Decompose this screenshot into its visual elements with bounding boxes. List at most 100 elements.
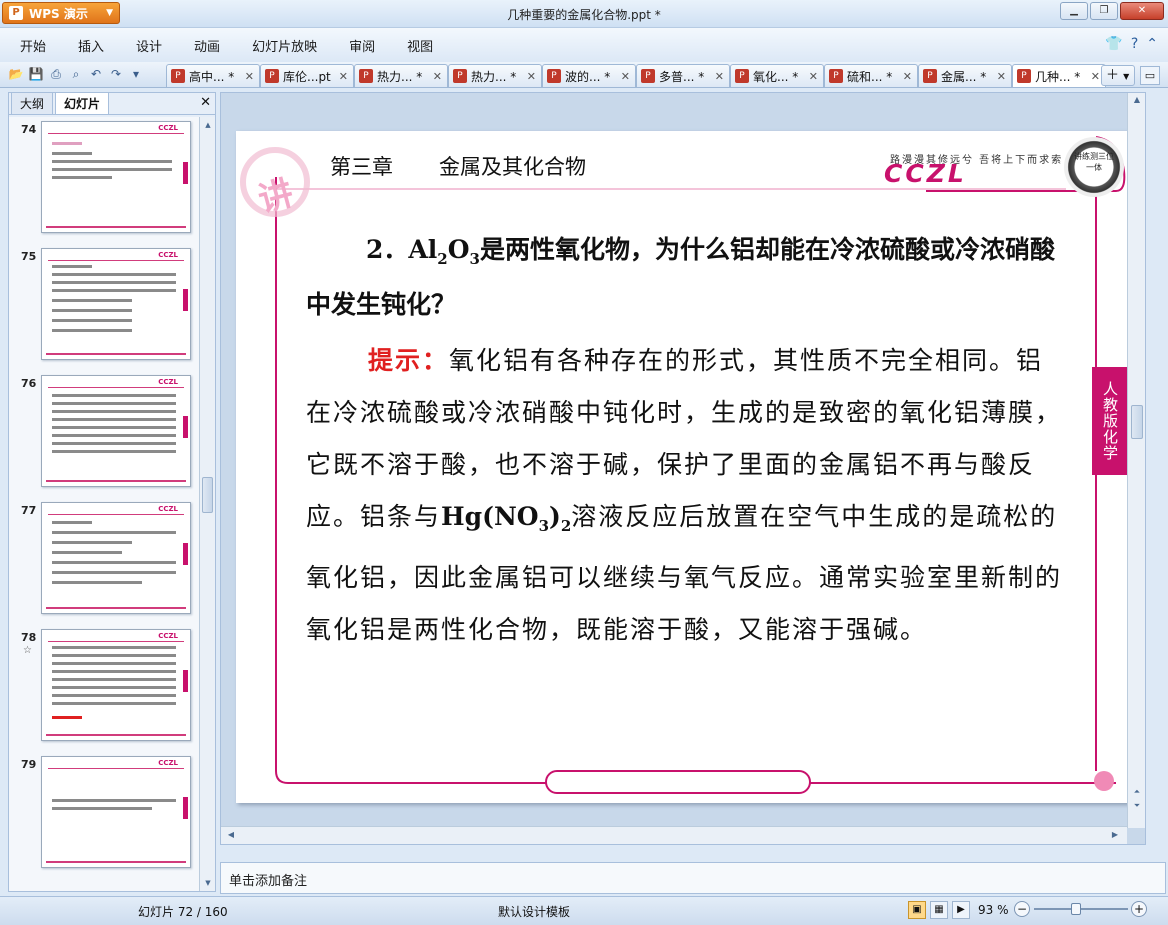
tab-list-button[interactable]: ▭ [1140,66,1160,85]
close-tab-icon[interactable]: ✕ [715,70,724,83]
next-slide-icon[interactable]: ⏷ [1131,801,1143,813]
panel-tabs: 大纲 幻灯片 ✕ [9,92,215,115]
slide-thumbnail[interactable]: CCZL [41,121,191,233]
thumb-text-line [52,309,132,312]
menu-animation[interactable]: 动画 [194,36,220,55]
close-tab-icon[interactable]: ✕ [1091,70,1100,83]
ribbon-collapse-icon[interactable]: ⌃ [1146,36,1158,52]
menu-insert[interactable]: 插入 [78,36,104,55]
close-tab-icon[interactable]: ✕ [621,70,630,83]
doc-tab[interactable]: P 高中... * ✕ [166,64,260,87]
minimize-button[interactable]: ▁ [1060,2,1088,20]
redo-icon[interactable]: ↷ [108,66,124,82]
thumb-text-line [52,329,132,332]
subscript: 3 [538,517,550,535]
slide-thumbnail[interactable]: CCZL [41,375,191,487]
editor-horizontal-scrollbar[interactable]: ◀ ▶ [221,826,1127,844]
close-tab-icon[interactable]: ✕ [997,70,1006,83]
doc-tab[interactable]: P 多普... * ✕ [636,64,730,87]
close-tab-icon[interactable]: ✕ [903,70,912,83]
scrollbar-thumb[interactable] [202,477,213,513]
open-icon[interactable]: 📂 [8,66,24,82]
menu-design[interactable]: 设计 [136,36,162,55]
doc-tab[interactable]: P 热力... * ✕ [354,64,448,87]
menu-home[interactable]: 开始 [20,36,46,55]
doc-tab[interactable]: P 波的... * ✕ [542,64,636,87]
zoom-out-button[interactable]: − [1014,901,1030,917]
prev-slide-icon[interactable]: ⏶ [1131,787,1143,799]
window-list-icon: ▭ [1144,69,1156,82]
doc-tab-active[interactable]: P 几种... * ✕ [1012,64,1106,87]
scrollbar-thumb[interactable] [1131,405,1143,439]
menu-review[interactable]: 审阅 [349,36,375,55]
slideshow-icon[interactable]: ▶ [952,901,970,919]
tab-outline[interactable]: 大纲 [11,92,54,114]
new-tab-button[interactable]: ＋ ▼ [1101,65,1135,86]
doc-tab-label: 几种... * [1035,69,1081,84]
thumb-text-line [52,273,176,276]
close-tab-icon[interactable]: ✕ [433,70,442,83]
doc-tab[interactable]: P 金属... * ✕ [918,64,1012,87]
normal-view-icon[interactable]: ▣ [908,901,926,919]
question-text[interactable]: 2．Al2O3是两性氧化物，为什么铝却能在冷浓硫酸或冷浓硝酸中发生钝化？ [306,227,1066,328]
quick-access-toolbar: 📂 💾 ⎙ ⌕ ↶ ↷ ▾ [8,66,144,82]
slide-thumbnail[interactable]: CCZL [41,629,191,741]
thumbnail-row: 77 CCZL [9,498,199,625]
customize-toolbar-icon[interactable]: ▾ [128,66,144,82]
doc-tab[interactable]: P 热力... * ✕ [448,64,542,87]
scroll-right-icon[interactable]: ▶ [1109,830,1121,842]
restore-button[interactable]: ❐ [1090,2,1118,20]
thumb-brand: CCZL [158,251,178,259]
thumbnail-scrollbar[interactable]: ▲ ▼ [199,117,215,891]
answer-text[interactable]: 提示：氧化铝有各种存在的形式，其性质不完全相同。铝在冷浓硫酸或冷浓硝酸中钝化时，… [306,335,1066,656]
editor-vertical-scrollbar[interactable]: ▲ ⏶ ⏷ [1127,93,1145,828]
close-tab-icon[interactable]: ✕ [527,70,536,83]
skin-icon[interactable]: 👕 [1105,36,1122,52]
slide-thumbnail[interactable]: CCZL [41,248,191,360]
close-panel-icon[interactable]: ✕ [200,95,211,110]
animation-star-icon: ☆ [23,645,32,656]
thumb-text-line [52,426,176,429]
close-tab-icon[interactable]: ✕ [245,70,254,83]
thumb-brand: CCZL [158,124,178,132]
hint-label: 提示： [368,346,450,375]
close-button[interactable]: ✕ [1120,2,1164,20]
print-preview-icon[interactable]: ⌕ [68,66,84,82]
save-icon[interactable]: 💾 [28,66,44,82]
zoom-in-button[interactable]: + [1131,901,1147,917]
close-tab-icon[interactable]: ✕ [339,70,348,83]
menu-bar: 开始 插入 设计 动画 幻灯片放映 审阅 视图 👕 ? ⌃ [0,28,1168,62]
scroll-up-icon[interactable]: ▲ [1131,95,1143,107]
slide-thumbnail[interactable]: CCZL [41,502,191,614]
thumb-text-line [52,646,176,649]
thumb-brand: CCZL [158,759,178,767]
thumb-frame [46,607,186,609]
zoom-slider-knob[interactable] [1071,903,1082,915]
menu-slideshow[interactable]: 幻灯片放映 [252,36,317,55]
thumb-text-line [52,716,82,719]
scroll-left-icon[interactable]: ◀ [225,830,237,842]
thumb-text-line [52,319,132,322]
question-mid: O [447,235,470,264]
tab-slides[interactable]: 幻灯片 [55,92,110,114]
scroll-up-icon[interactable]: ▲ [202,119,214,131]
scroll-down-icon[interactable]: ▼ [202,877,214,889]
notes-pane[interactable]: 单击添加备注 [220,862,1166,894]
thumb-text-line [52,265,92,268]
close-tab-icon[interactable]: ✕ [809,70,818,83]
print-icon[interactable]: ⎙ [48,66,64,82]
doc-tab[interactable]: P 硫和... * ✕ [824,64,918,87]
slide-thumbnail[interactable]: CCZL [41,756,191,868]
help-icon[interactable]: ? [1131,36,1138,52]
thumb-frame [46,480,186,482]
undo-icon[interactable]: ↶ [88,66,104,82]
slide-sorter-icon[interactable]: ▦ [930,901,948,919]
chevron-down-icon: ▼ [1123,72,1130,81]
slide-canvas[interactable]: 讲 第三章 金属及其化合物 路漫漫其修远兮 吾将上下而求索 CCZL 讲练测三位一… [236,131,1131,803]
thumb-side-tab [183,543,188,565]
thumbnail-row: 74 CCZL [9,117,199,244]
doc-tab[interactable]: P 氧化... * ✕ [730,64,824,87]
doc-tab[interactable]: P 库伦...pt ✕ [260,64,354,87]
menu-view[interactable]: 视图 [407,36,433,55]
subscript: 2 [437,250,448,268]
